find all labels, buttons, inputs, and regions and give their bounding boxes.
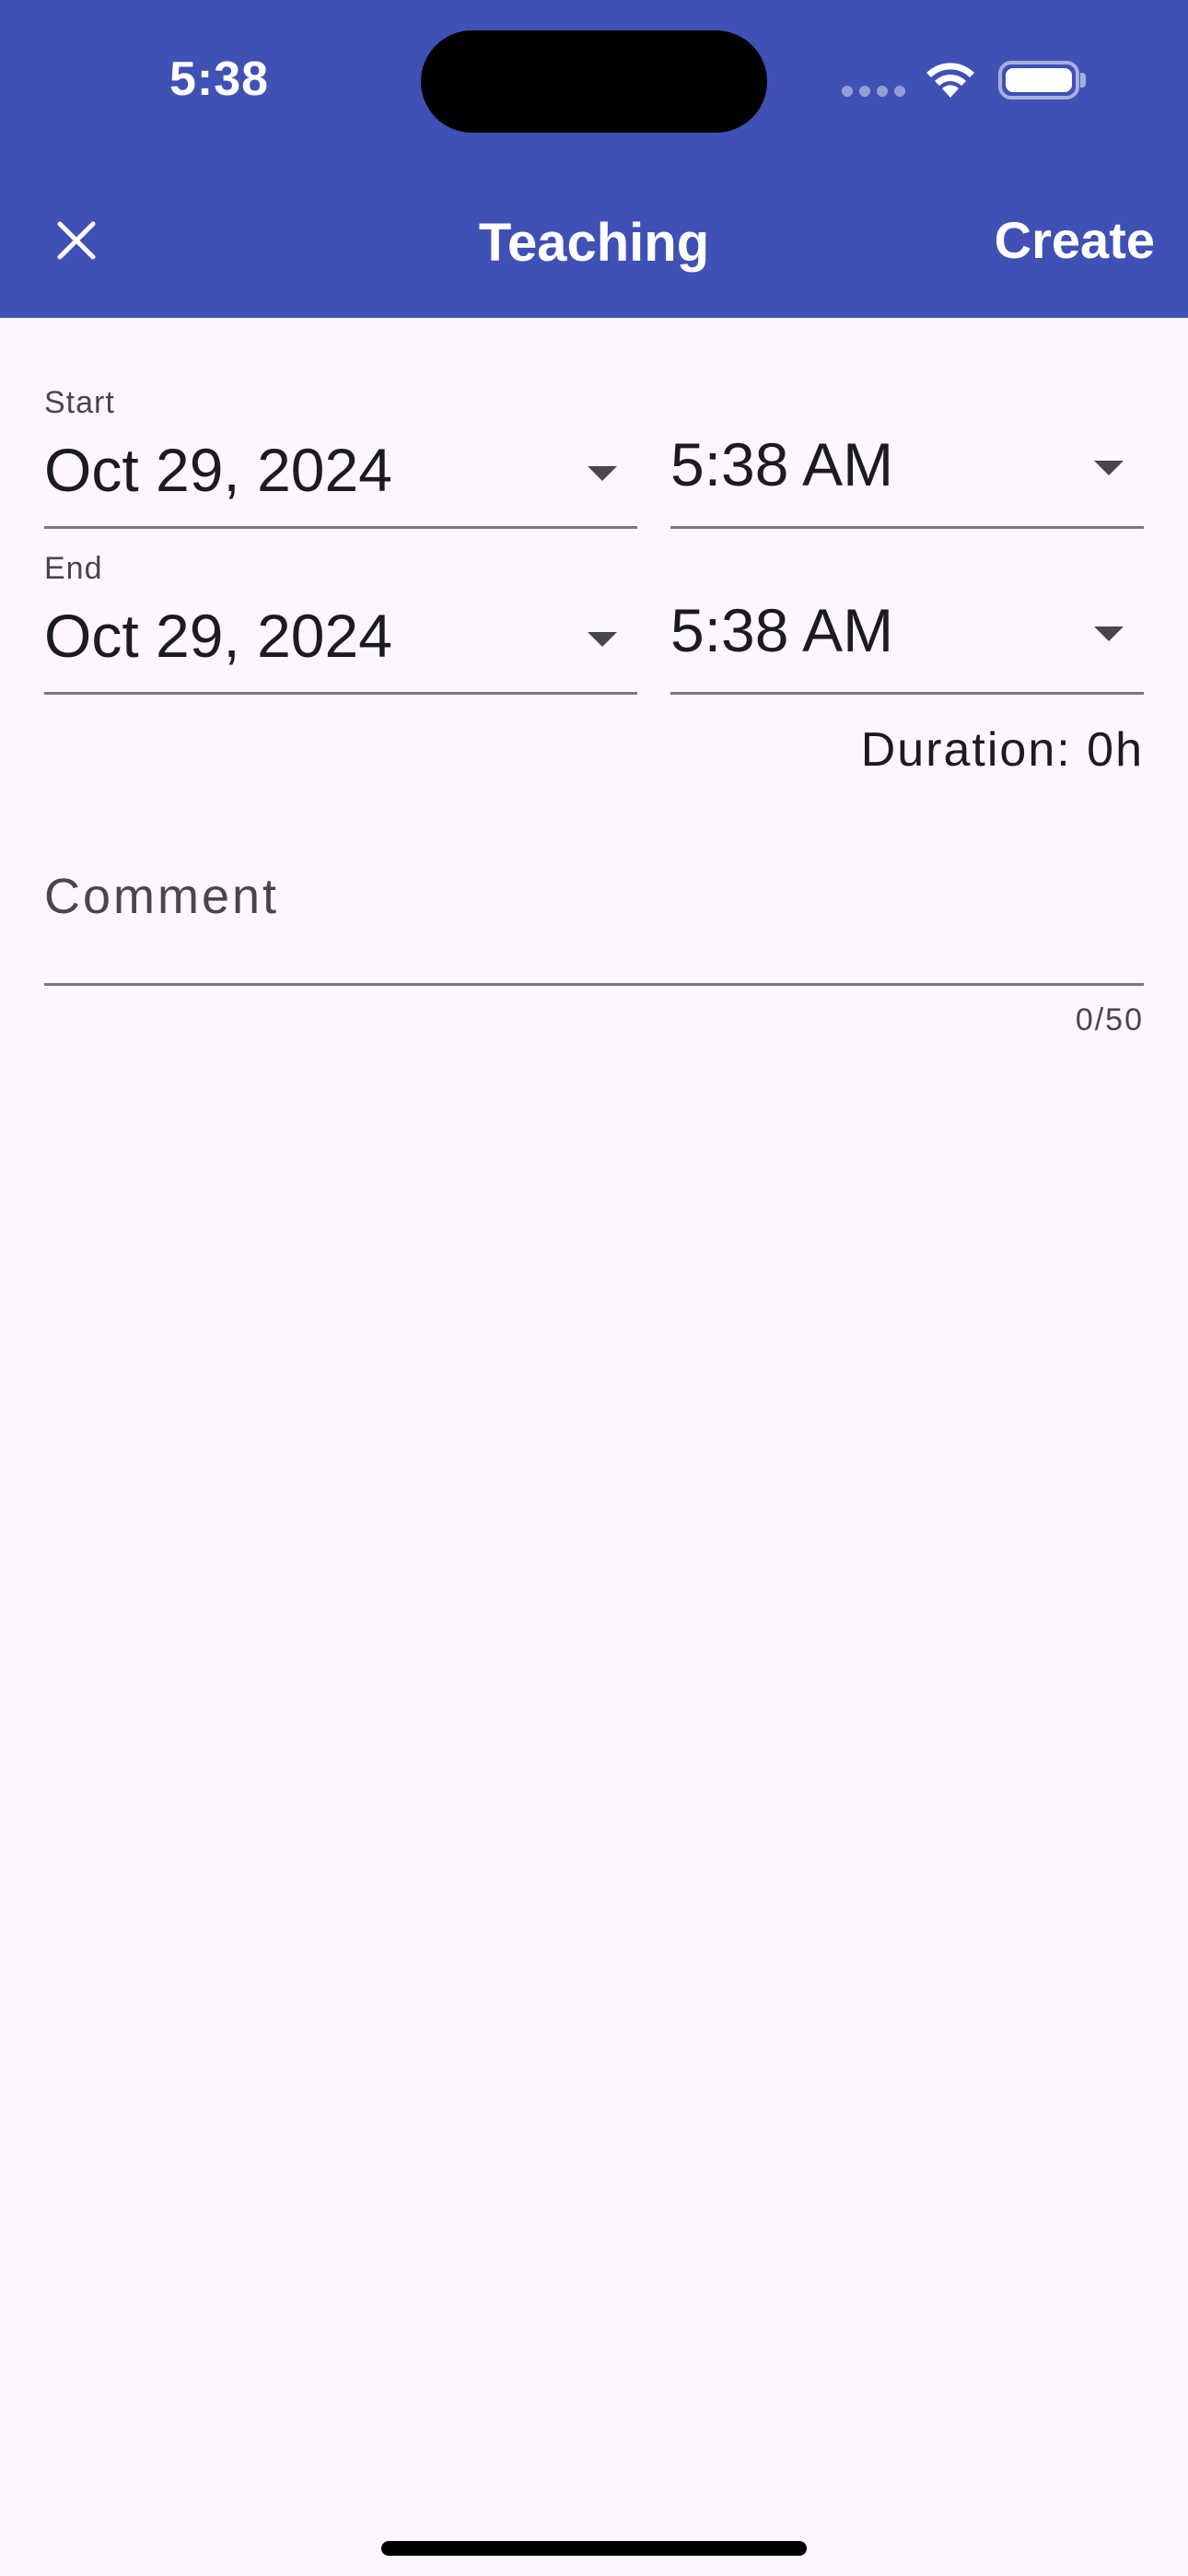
end-label: End bbox=[44, 551, 103, 586]
chevron-down-icon bbox=[588, 632, 617, 647]
chevron-down-icon bbox=[1094, 461, 1124, 475]
end-date-dropdown[interactable]: Oct 29, 2024 bbox=[44, 590, 637, 695]
end-time-value: 5:38 AM bbox=[670, 596, 894, 664]
start-time-value: 5:38 AM bbox=[670, 430, 894, 498]
battery-cap bbox=[1080, 73, 1086, 88]
comment-input[interactable] bbox=[44, 848, 1147, 978]
home-indicator[interactable] bbox=[381, 2541, 807, 2556]
status-bar-time: 5:38 bbox=[169, 53, 270, 106]
comment-char-counter: 0/50 bbox=[1075, 1002, 1144, 1037]
start-date-value: Oct 29, 2024 bbox=[44, 436, 392, 504]
duration-text: Duration: 0h bbox=[860, 723, 1144, 777]
battery-icon bbox=[998, 61, 1079, 100]
wifi-icon bbox=[926, 63, 974, 98]
start-date-dropdown[interactable]: Oct 29, 2024 bbox=[44, 424, 637, 529]
end-date-value: Oct 29, 2024 bbox=[44, 602, 392, 670]
app-bar: 5:38 Teaching Create bbox=[0, 0, 1188, 318]
create-button[interactable]: Create bbox=[995, 210, 1155, 270]
start-time-dropdown[interactable]: 5:38 AM bbox=[670, 424, 1144, 529]
cellular-signal-icon bbox=[842, 86, 906, 99]
dynamic-island bbox=[421, 30, 767, 133]
chevron-down-icon bbox=[588, 466, 617, 481]
end-time-dropdown[interactable]: 5:38 AM bbox=[670, 590, 1144, 695]
chevron-down-icon bbox=[1094, 626, 1124, 641]
start-label: Start bbox=[44, 385, 115, 420]
